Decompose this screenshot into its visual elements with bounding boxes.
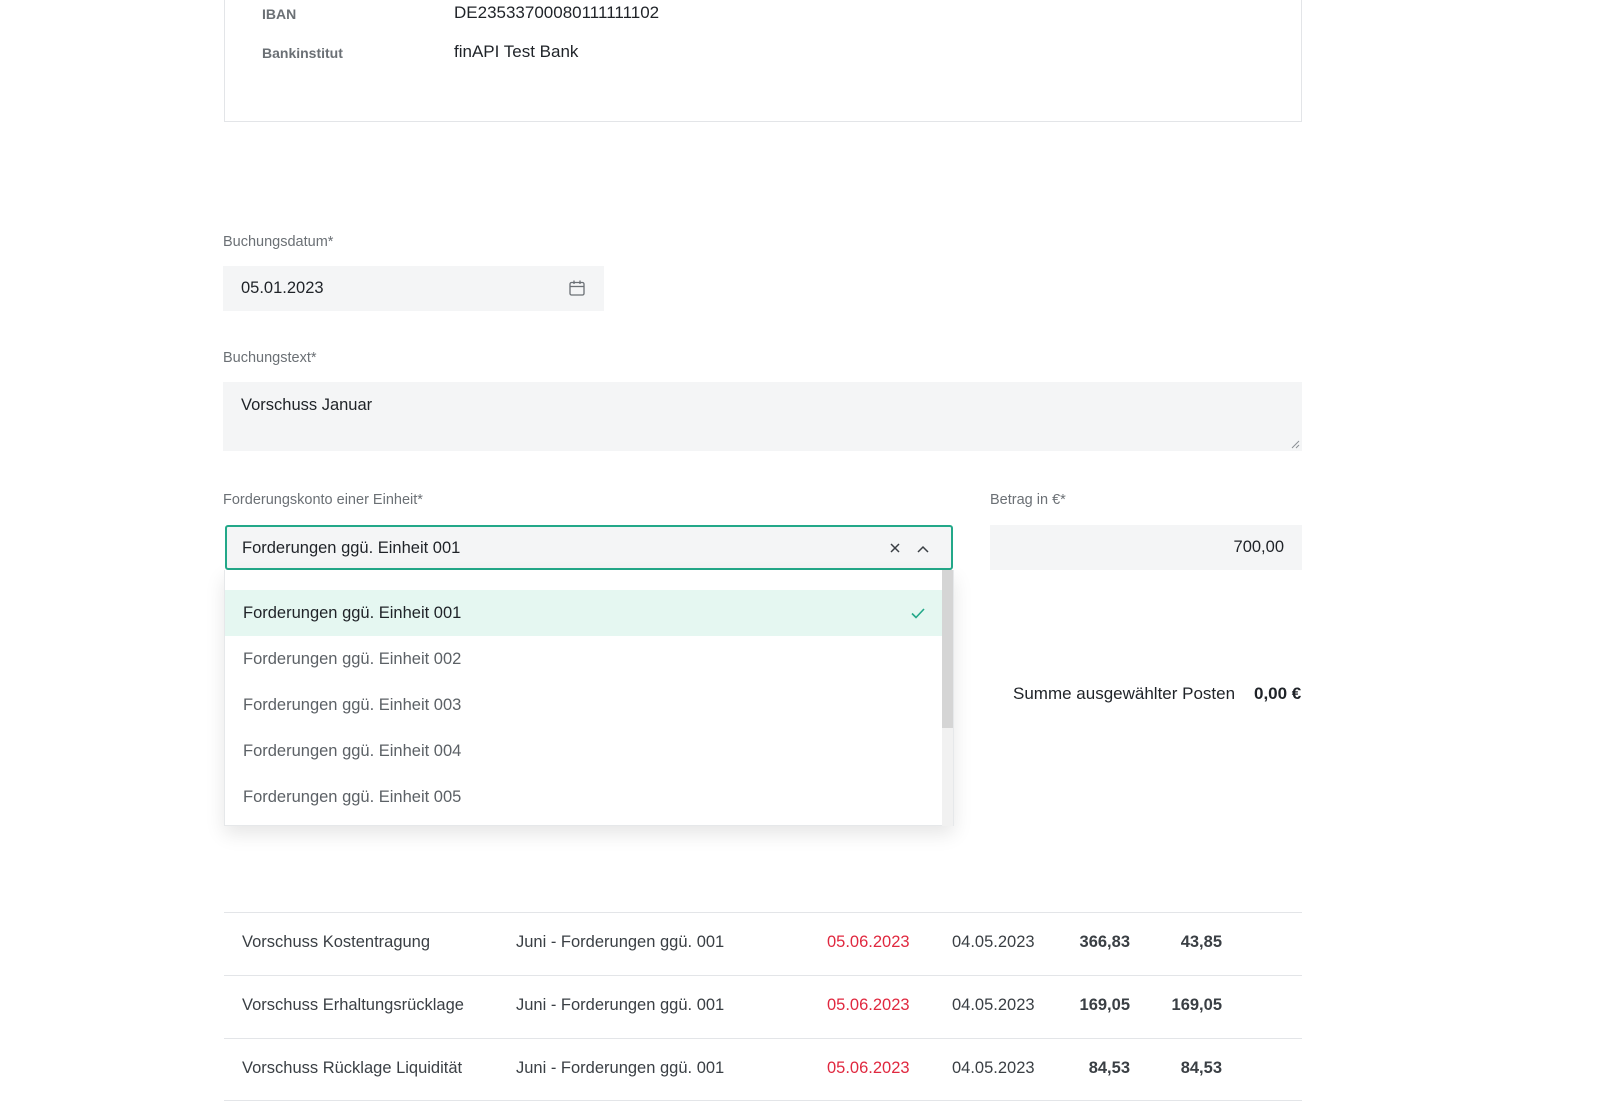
iban-label: IBAN (262, 6, 297, 22)
selected-sum-value: 0,00 € (1254, 684, 1302, 703)
account-select[interactable]: Forderungen ggü. Einheit 001 (225, 525, 953, 570)
dropdown-scrollbar[interactable] (942, 570, 953, 826)
booking-date-value: 05.01.2023 (241, 279, 324, 297)
row-due-date: 05.06.2023 (827, 933, 910, 951)
row-text: Vorschuss Erhaltungsrücklage (242, 996, 464, 1014)
row-open-amount: 84,53 (1180, 1059, 1222, 1077)
table-row[interactable]: Vorschuss Rücklage Liquidität Juni - For… (224, 1038, 1302, 1101)
account-label: Forderungskonto einer Einheit* (223, 492, 423, 508)
row-date: 04.05.2023 (952, 933, 1035, 951)
dropdown-option-label: Forderungen ggü. Einheit 003 (243, 696, 462, 714)
check-icon (911, 608, 925, 619)
row-due-date: 05.06.2023 (827, 996, 910, 1014)
bank-value: finAPI Test Bank (454, 42, 579, 61)
row-date: 04.05.2023 (952, 996, 1035, 1014)
table-row[interactable]: Vorschuss Kostentragung Juni - Forderung… (224, 912, 1302, 975)
row-amount: 169,05 (1079, 996, 1130, 1014)
row-account: Juni - Forderungen ggü. 001 (516, 1059, 725, 1077)
row-text: Vorschuss Rücklage Liquidität (242, 1059, 463, 1077)
dropdown-option[interactable]: Forderungen ggü. Einheit 005 (225, 774, 943, 820)
dropdown-option[interactable]: Forderungen ggü. Einheit 003 (225, 682, 943, 728)
row-open-amount: 169,05 (1171, 996, 1222, 1014)
row-amount: 366,83 (1079, 933, 1130, 951)
row-due-date: 05.06.2023 (827, 1059, 910, 1077)
booking-text-textarea[interactable]: Vorschuss Januar (223, 382, 1302, 451)
row-account: Juni - Forderungen ggü. 001 (516, 996, 725, 1014)
iban-value: DE23533700080111111102 (454, 3, 660, 22)
row-amount: 84,53 (1088, 1059, 1130, 1077)
amount-value: 700,00 (1233, 538, 1284, 556)
account-dropdown-list[interactable]: Forderungen ggü. Einheit 001 Forderungen… (224, 570, 954, 826)
close-icon[interactable] (885, 538, 905, 558)
dropdown-option-label: Forderungen ggü. Einheit 005 (243, 788, 462, 806)
row-account: Juni - Forderungen ggü. 001 (516, 933, 725, 951)
chevron-up-icon[interactable] (913, 539, 933, 559)
dropdown-option-label: Forderungen ggü. Einheit 001 (243, 604, 462, 622)
row-date: 04.05.2023 (952, 1059, 1035, 1077)
dropdown-option-label: Forderungen ggü. Einheit 004 (243, 742, 462, 760)
account-selected-value: Forderungen ggü. Einheit 001 (242, 539, 461, 557)
bank-account-card: IBAN DE23533700080111111102 Bankinstitut… (224, 0, 1302, 122)
amount-input[interactable]: 700,00 (990, 525, 1302, 570)
dropdown-scrollbar-thumb[interactable] (942, 570, 953, 728)
dropdown-option[interactable]: Forderungen ggü. Einheit 004 (225, 728, 943, 774)
table-row[interactable]: Vorschuss Erhaltungsrücklage Juni - Ford… (224, 975, 1302, 1038)
amount-label: Betrag in €* (990, 492, 1066, 508)
booking-text-label: Buchungstext* (223, 350, 317, 366)
booking-date-input[interactable]: 05.01.2023 (223, 266, 604, 311)
booking-date-label: Buchungsdatum* (223, 234, 334, 250)
row-text: Vorschuss Kostentragung (242, 933, 431, 951)
booking-text-value: Vorschuss Januar (241, 396, 373, 414)
dropdown-option-label: Forderungen ggü. Einheit 002 (243, 650, 462, 668)
dropdown-option[interactable]: Forderungen ggü. Einheit 001 (225, 590, 943, 636)
calendar-icon[interactable] (568, 279, 586, 297)
selected-sum-label: Summe ausgewählter Posten (1013, 684, 1236, 703)
resize-grip-icon[interactable] (1290, 439, 1300, 449)
row-open-amount: 43,85 (1180, 933, 1222, 951)
dropdown-option[interactable]: Forderungen ggü. Einheit 002 (225, 636, 943, 682)
bank-label: Bankinstitut (262, 45, 343, 61)
